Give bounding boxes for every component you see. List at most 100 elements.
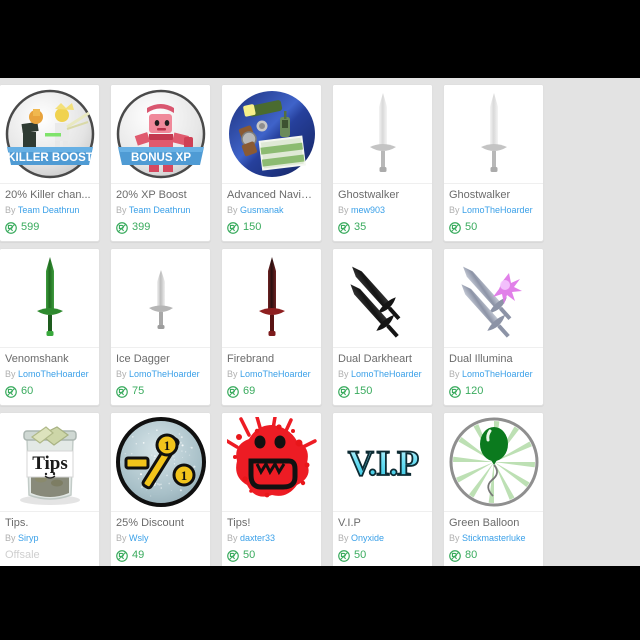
price-amount: 75 (132, 385, 144, 397)
vip-text-icon[interactable]: V.I.P (333, 413, 432, 512)
item-title[interactable]: Ghostwalker (338, 188, 427, 202)
price-amount: 50 (243, 549, 255, 561)
item-info: Venomshank By LomoTheHoarder 60 (0, 348, 99, 405)
catalog-item-card[interactable]: Tips Tips. By Siryp Offsale (0, 412, 100, 566)
red-splat-face-icon[interactable] (222, 413, 321, 512)
item-info: 20% XP Boost By Team Deathrun 399 (111, 184, 210, 241)
item-info: Ghostwalker By mew903 35 (333, 184, 432, 241)
svg-text:BONUS XP: BONUS XP (130, 152, 190, 164)
catalog-item-card[interactable]: BONUS XP 20% XP Boost By Team Deathrun 399 (110, 84, 211, 242)
robux-icon (116, 221, 128, 233)
by-label: By (449, 369, 460, 379)
navigation-tools-badge-icon[interactable] (222, 85, 321, 184)
creator-link[interactable]: mew903 (351, 205, 385, 215)
dual-illumina-swords-icon[interactable] (444, 249, 543, 348)
item-title[interactable]: V.I.P (338, 516, 427, 530)
catalog-item-card[interactable]: Ice Dagger By LomoTheHoarder 75 (110, 248, 211, 406)
item-price: 120 (449, 384, 538, 398)
creator-link[interactable]: Gusmanak (240, 205, 284, 215)
item-creator: By Team Deathrun (116, 204, 205, 216)
bonus-xp-badge-icon[interactable]: BONUS XP (111, 85, 210, 184)
by-label: By (5, 205, 16, 215)
top-letterbox-bar (0, 0, 640, 78)
ice-dagger-sword-icon[interactable] (111, 249, 210, 348)
catalog-item-card[interactable]: Tips! By daxter33 50 (221, 412, 322, 566)
item-creator: By Gusmanak (227, 204, 316, 216)
item-info: V.I.P By Onyxide 50 (333, 512, 432, 566)
robux-icon (227, 221, 239, 233)
creator-link[interactable]: LomoTheHoarder (351, 369, 422, 379)
robux-icon (449, 549, 461, 561)
by-label: By (227, 533, 238, 543)
dual-darkheart-swords-icon[interactable] (333, 249, 432, 348)
robux-icon (338, 385, 350, 397)
item-creator: By mew903 (338, 204, 427, 216)
item-title[interactable]: 20% Killer chan... (5, 188, 94, 202)
item-title[interactable]: Venomshank (5, 352, 94, 366)
creator-link[interactable]: LomoTheHoarder (18, 369, 89, 379)
ghostwalker-sword-icon[interactable] (444, 85, 543, 184)
catalog-item-card[interactable]: Advanced Navig... By Gusmanak 150 (221, 84, 322, 242)
catalog-item-card[interactable]: Ghostwalker By LomoTheHoarder 50 (443, 84, 544, 242)
by-label: By (5, 369, 16, 379)
creator-link[interactable]: LomoTheHoarder (462, 205, 533, 215)
by-label: By (338, 533, 349, 543)
screen: KILLER BOOST 20% Killer chan... By Team De… (0, 0, 640, 640)
creator-link[interactable]: Wsly (129, 533, 149, 543)
percent-discount-badge-icon[interactable]: 11 (111, 413, 210, 512)
item-title[interactable]: Ghostwalker (449, 188, 538, 202)
item-price: 60 (5, 384, 94, 398)
catalog-item-card[interactable]: Firebrand By LomoTheHoarder 69 (221, 248, 322, 406)
green-balloon-badge-icon[interactable] (444, 413, 543, 512)
robux-icon (5, 385, 17, 397)
catalog-item-card[interactable]: V.I.P V.I.P By Onyxide 50 (332, 412, 433, 566)
creator-link[interactable]: LomoTheHoarder (462, 369, 533, 379)
item-title[interactable]: Advanced Navig... (227, 188, 316, 202)
killer-boost-badge-icon[interactable]: KILLER BOOST (0, 85, 99, 184)
catalog-item-card[interactable]: KILLER BOOST 20% Killer chan... By Team De… (0, 84, 100, 242)
creator-link[interactable]: Team Deathrun (18, 205, 80, 215)
by-label: By (338, 205, 349, 215)
price-amount: 35 (354, 221, 366, 233)
item-title[interactable]: 25% Discount (116, 516, 205, 530)
item-creator: By Onyxide (338, 532, 427, 544)
item-title[interactable]: Dual Illumina (449, 352, 538, 366)
catalog-item-card[interactable]: 1 1 25% Discount By Wsly 49 (110, 412, 211, 566)
catalog-item-card[interactable]: Ghostwalker By mew903 35 (332, 84, 433, 242)
item-creator: By Siryp (5, 532, 94, 544)
price-amount: 399 (132, 221, 150, 233)
catalog-item-card[interactable]: Dual Illumina By LomoTheHoarder 120 (443, 248, 544, 406)
item-title[interactable]: Tips. (5, 516, 94, 530)
firebrand-sword-icon[interactable] (222, 249, 321, 348)
item-title[interactable]: Green Balloon (449, 516, 538, 530)
item-info: Dual Illumina By LomoTheHoarder 120 (444, 348, 543, 405)
robux-icon (116, 549, 128, 561)
catalog-item-card[interactable]: Venomshank By LomoTheHoarder 60 (0, 248, 100, 406)
item-title[interactable]: Firebrand (227, 352, 316, 366)
creator-link[interactable]: Stickmasterluke (462, 533, 526, 543)
item-title[interactable]: Tips! (227, 516, 316, 530)
tips-jar-icon[interactable]: Tips (0, 413, 99, 512)
creator-link[interactable]: Onyxide (351, 533, 384, 543)
item-title[interactable]: Dual Darkheart (338, 352, 427, 366)
item-info: Ghostwalker By LomoTheHoarder 50 (444, 184, 543, 241)
item-price: 35 (338, 220, 427, 234)
creator-link[interactable]: LomoTheHoarder (240, 369, 311, 379)
item-price: 50 (449, 220, 538, 234)
catalog-item-card[interactable]: Green Balloon By Stickmasterluke 80 (443, 412, 544, 566)
ghostwalker-sword-icon[interactable] (333, 85, 432, 184)
venomshank-sword-icon[interactable] (0, 249, 99, 348)
creator-link[interactable]: daxter33 (240, 533, 275, 543)
item-info: Ice Dagger By LomoTheHoarder 75 (111, 348, 210, 405)
creator-link[interactable]: LomoTheHoarder (129, 369, 200, 379)
catalog-item-card[interactable]: Dual Darkheart By LomoTheHoarder 150 (332, 248, 433, 406)
price-amount: 50 (354, 549, 366, 561)
item-title[interactable]: 20% XP Boost (116, 188, 205, 202)
robux-icon (449, 221, 461, 233)
item-title[interactable]: Ice Dagger (116, 352, 205, 366)
price-amount: 50 (465, 221, 477, 233)
creator-link[interactable]: Siryp (18, 533, 39, 543)
item-creator: By LomoTheHoarder (227, 368, 316, 380)
creator-link[interactable]: Team Deathrun (129, 205, 191, 215)
by-label: By (5, 533, 16, 543)
